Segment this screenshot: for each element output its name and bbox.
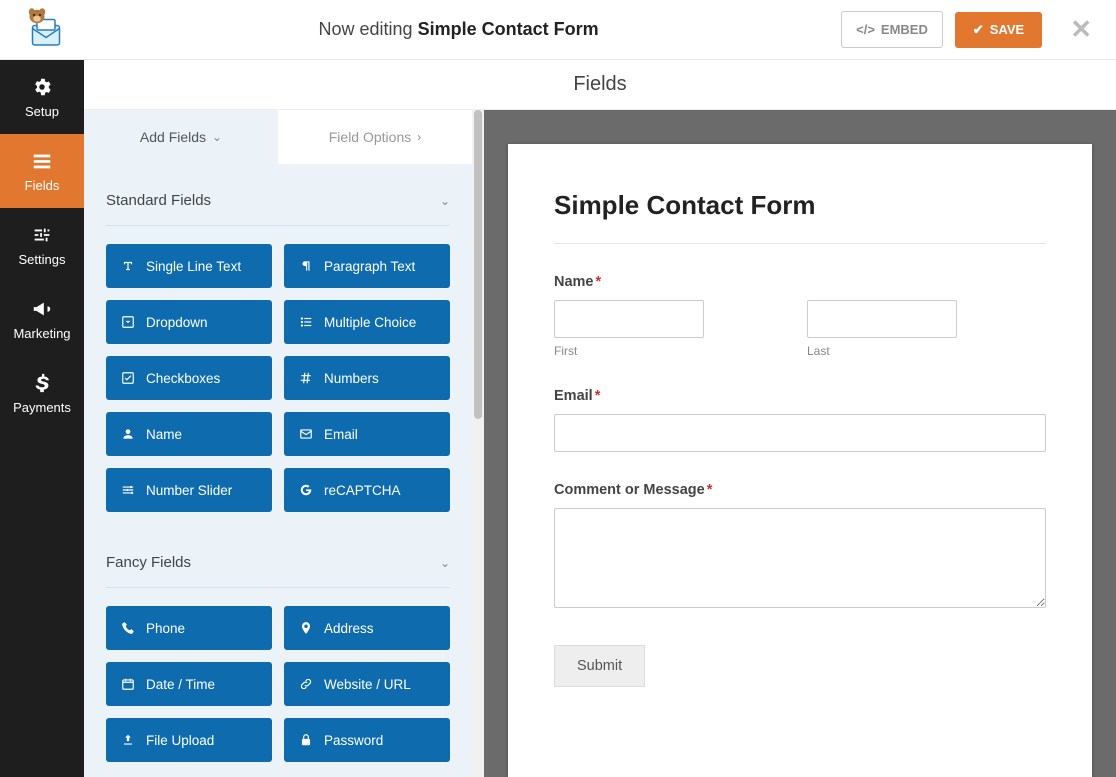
nav-label-fields: Fields: [25, 178, 60, 193]
sliders-icon: [31, 224, 53, 246]
section-standard-title: Standard Fields: [106, 192, 211, 209]
label-comment: Comment or Message*: [554, 482, 1046, 498]
chevron-down-icon: ⌄: [212, 130, 222, 144]
chevron-down-icon: ⌄: [440, 194, 450, 208]
field-single-line-text[interactable]: Single Line Text: [106, 244, 272, 288]
user-icon: [120, 426, 136, 442]
check-square-icon: [120, 370, 136, 386]
nav-item-fields[interactable]: Fields: [0, 134, 84, 208]
editing-form-name: Simple Contact Form: [418, 19, 599, 39]
nav-label-marketing: Marketing: [13, 326, 70, 341]
field-multiple-choice[interactable]: Multiple Choice: [284, 300, 450, 344]
envelope-icon: [298, 426, 314, 442]
calendar-icon: [120, 676, 136, 692]
field-checkboxes[interactable]: Checkboxes: [106, 356, 272, 400]
editing-prefix: Now editing: [319, 19, 413, 39]
fields-scrollbar[interactable]: [472, 110, 484, 777]
chevron-right-icon: ›: [417, 130, 421, 144]
field-address[interactable]: Address: [284, 606, 450, 650]
nav-item-marketing[interactable]: Marketing: [0, 282, 84, 356]
app-logo: [16, 5, 76, 55]
form-field-email[interactable]: Email*: [554, 388, 1046, 452]
input-first-name[interactable]: [554, 300, 704, 338]
page-title: Fields: [84, 60, 1116, 110]
required-marker: *: [707, 482, 713, 498]
phone-icon: [120, 620, 136, 636]
field-website[interactable]: Website / URL: [284, 662, 450, 706]
lock-icon: [298, 732, 314, 748]
label-name: Name*: [554, 274, 1046, 290]
section-standard-fields[interactable]: Standard Fields ⌄: [106, 164, 450, 226]
form-field-name[interactable]: Name* First Last: [554, 274, 1046, 358]
left-nav: Setup Fields Settings Marketing Payments: [0, 60, 84, 777]
required-marker: *: [596, 274, 602, 290]
tab-options-label: Field Options: [329, 129, 411, 145]
text-icon: [120, 258, 136, 274]
paragraph-icon: [298, 258, 314, 274]
tab-field-options[interactable]: Field Options ›: [278, 110, 472, 164]
list-ul-icon: [298, 314, 314, 330]
tab-add-fields[interactable]: Add Fields ⌄: [84, 110, 278, 164]
nav-label-payments: Payments: [13, 400, 71, 415]
close-icon[interactable]: ✕: [1062, 10, 1100, 49]
google-icon: [298, 482, 314, 498]
section-fancy-fields[interactable]: Fancy Fields ⌄: [106, 526, 450, 588]
field-name[interactable]: Name: [106, 412, 272, 456]
tab-add-label: Add Fields: [140, 129, 206, 145]
page-title-editing: Now editing Simple Contact Form: [76, 19, 841, 40]
save-label: SAVE: [990, 22, 1024, 37]
field-password[interactable]: Password: [284, 718, 450, 762]
nav-item-settings[interactable]: Settings: [0, 208, 84, 282]
code-icon: </>: [856, 22, 875, 37]
field-datetime[interactable]: Date / Time: [106, 662, 272, 706]
preview-panel: Simple Contact Form Name* First Last: [484, 110, 1116, 777]
chevron-down-icon: ⌄: [440, 556, 450, 570]
embed-label: EMBED: [881, 22, 928, 37]
caret-square-icon: [120, 314, 136, 330]
submit-button[interactable]: Submit: [554, 645, 645, 687]
field-file-upload[interactable]: File Upload: [106, 718, 272, 762]
field-paragraph-text[interactable]: Paragraph Text: [284, 244, 450, 288]
field-recaptcha[interactable]: reCAPTCHA: [284, 468, 450, 512]
input-email[interactable]: [554, 414, 1046, 452]
check-icon: ✔: [973, 22, 984, 38]
form-field-comment[interactable]: Comment or Message*: [554, 482, 1046, 611]
nav-label-setup: Setup: [25, 104, 59, 119]
section-fancy-title: Fancy Fields: [106, 554, 191, 571]
field-email[interactable]: Email: [284, 412, 450, 456]
field-number-slider[interactable]: Number Slider: [106, 468, 272, 512]
form-title: Simple Contact Form: [554, 190, 1046, 244]
form-preview[interactable]: Simple Contact Form Name* First Last: [508, 144, 1092, 777]
upload-icon: [120, 732, 136, 748]
field-phone[interactable]: Phone: [106, 606, 272, 650]
pin-icon: [298, 620, 314, 636]
nav-item-payments[interactable]: Payments: [0, 356, 84, 430]
nav-label-settings: Settings: [19, 252, 66, 267]
list-icon: [31, 150, 53, 172]
sublabel-last: Last: [807, 344, 1046, 358]
field-numbers[interactable]: Numbers: [284, 356, 450, 400]
field-dropdown[interactable]: Dropdown: [106, 300, 272, 344]
dollar-icon: [31, 372, 53, 394]
scrollbar-thumb[interactable]: [474, 110, 482, 419]
nav-item-setup[interactable]: Setup: [0, 60, 84, 134]
link-icon: [298, 676, 314, 692]
sublabel-first: First: [554, 344, 793, 358]
embed-button[interactable]: </> EMBED: [841, 11, 943, 48]
required-marker: *: [595, 388, 601, 404]
sliders-h-icon: [120, 482, 136, 498]
hash-icon: [298, 370, 314, 386]
input-last-name[interactable]: [807, 300, 957, 338]
textarea-comment[interactable]: [554, 508, 1046, 608]
label-email: Email*: [554, 388, 1046, 404]
bullhorn-icon: [31, 298, 53, 320]
save-button[interactable]: ✔ SAVE: [955, 12, 1042, 48]
gear-icon: [31, 76, 53, 98]
